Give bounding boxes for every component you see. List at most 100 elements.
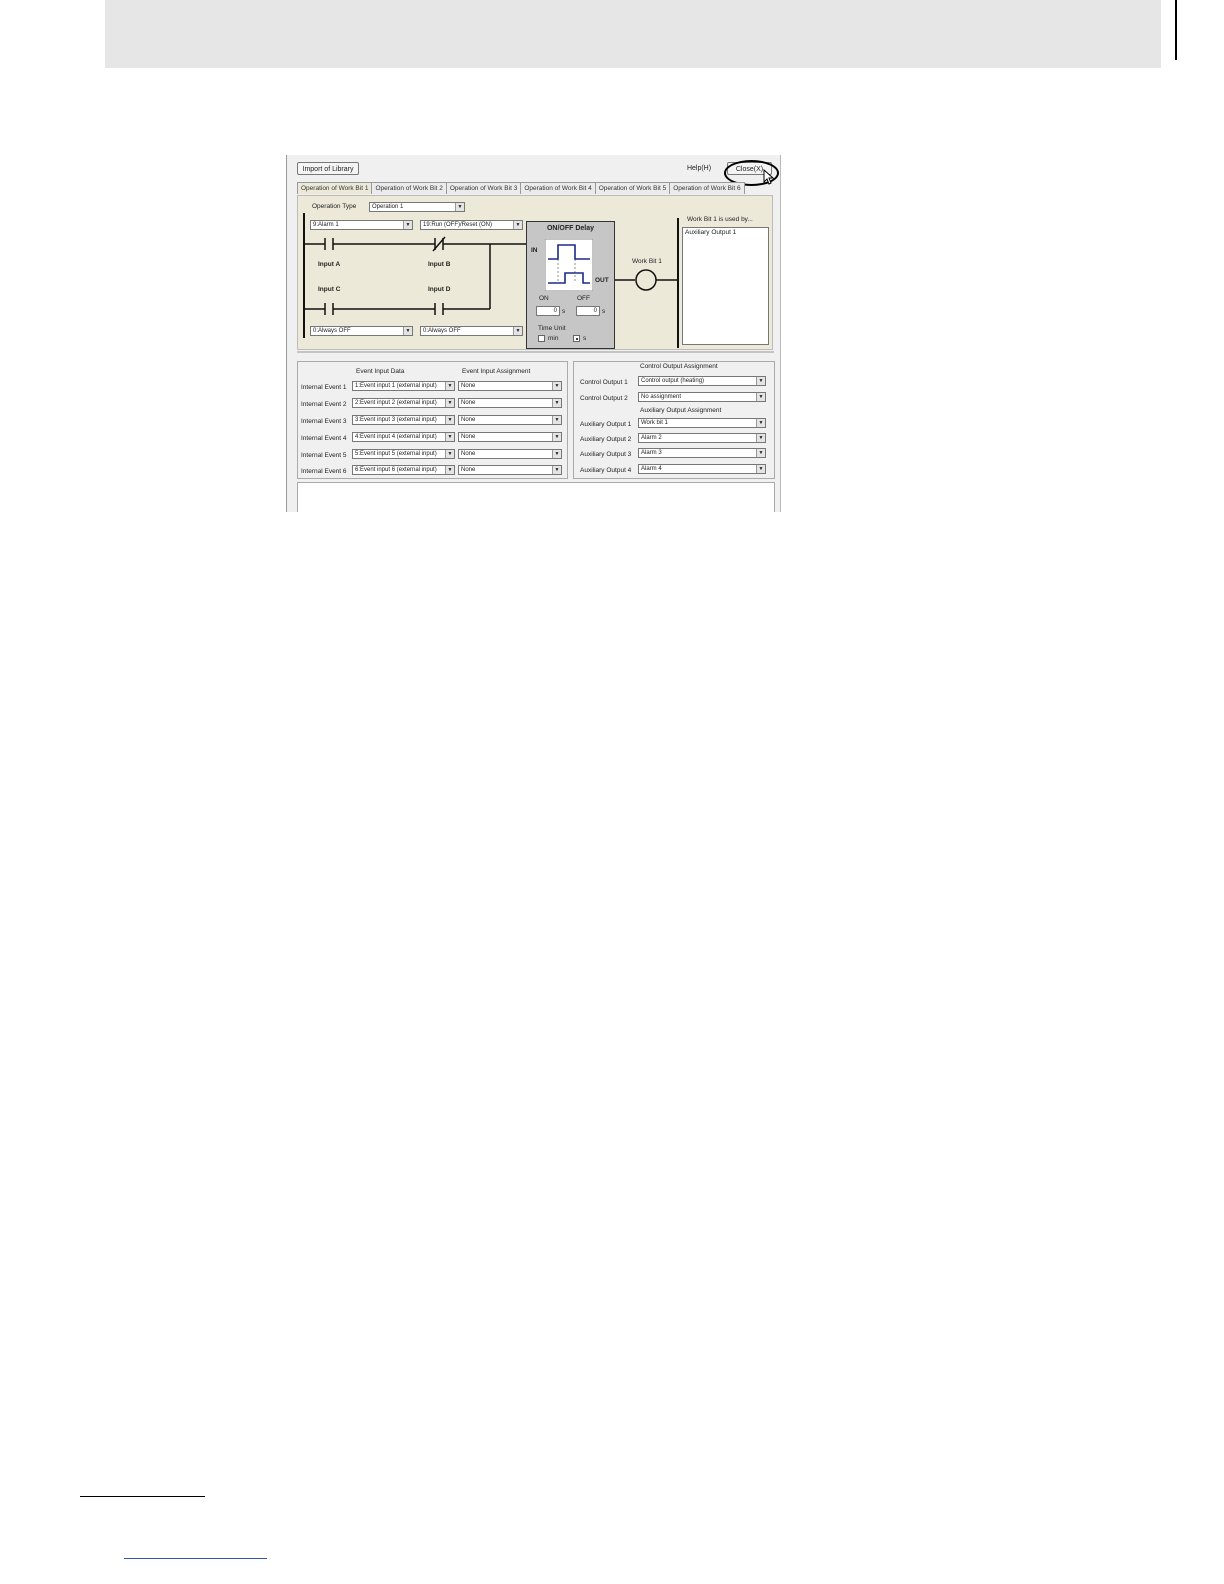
unit-min-label: min — [548, 335, 559, 342]
chevron-down-icon: ▼ — [756, 465, 765, 473]
used-by-list[interactable]: Auxiliary Output 1 — [682, 227, 769, 345]
work-bit-dialog: Import of Library Help(H) Close(X) Opera… — [286, 155, 781, 512]
control-output-value-2: No assignment — [641, 394, 682, 400]
event-assign-value-2: None — [461, 400, 476, 406]
event-data-select-3[interactable]: 3:Event input 3 (external input) ▼ — [352, 415, 455, 425]
chevron-down-icon: ▼ — [445, 399, 454, 407]
chevron-down-icon: ▼ — [403, 221, 412, 229]
work-bit-label: Work Bit 1 — [632, 258, 662, 265]
event-assign-select-3[interactable]: None ▼ — [458, 415, 562, 425]
event-assign-select-4[interactable]: None ▼ — [458, 432, 562, 442]
chevron-down-icon: ▼ — [403, 327, 412, 335]
event-data-select-4[interactable]: 4:Event input 4 (external input) ▼ — [352, 432, 455, 442]
footer-rule — [80, 1496, 205, 1497]
time-unit-label: Time Unit — [538, 325, 566, 332]
event-assign-value-5: None — [461, 451, 476, 457]
event-data-select-6[interactable]: 6:Event input 6 (external input) ▼ — [352, 465, 455, 475]
control-output-label-2: Control Output 2 — [580, 395, 628, 402]
description-area — [297, 482, 775, 512]
unit-s-radio[interactable] — [573, 335, 580, 342]
event-assign-header: Event Input Assignment — [462, 368, 531, 375]
aux-output-value-4: Alarm 4 — [641, 466, 662, 472]
event-row-label-6: Internal Event 6 — [301, 468, 347, 475]
margin-rule — [1175, 0, 1177, 60]
off-delay-input[interactable]: 0 — [576, 306, 600, 316]
event-row-label-2: Internal Event 2 — [301, 401, 347, 408]
control-output-header: Control Output Assignment — [640, 363, 718, 370]
event-assign-select-2[interactable]: None ▼ — [458, 398, 562, 408]
chevron-down-icon: ▼ — [756, 393, 765, 401]
event-data-select-1[interactable]: 1:Event input 1 (external input) ▼ — [352, 381, 455, 391]
event-assign-value-4: None — [461, 434, 476, 440]
event-assign-value-1: None — [461, 383, 476, 389]
footer-link-underline — [124, 1558, 267, 1559]
on-delay-input[interactable]: 0 — [536, 306, 560, 316]
chevron-down-icon: ▼ — [552, 382, 561, 390]
delay-off-label: OFF — [577, 295, 590, 302]
aux-output-value-2: Alarm 2 — [641, 435, 662, 441]
chevron-down-icon: ▼ — [756, 377, 765, 385]
control-output-value-1: Control output (heating) — [641, 378, 705, 384]
delay-out-label: OUT — [595, 277, 609, 284]
event-assign-value-3: None — [461, 417, 476, 423]
input-a-label: Input A — [318, 261, 341, 268]
delay-title: ON/OFF Delay — [546, 225, 595, 232]
event-data-value-3: 3:Event input 3 (external input) — [355, 417, 437, 423]
chevron-down-icon: ▼ — [445, 382, 454, 390]
input-b-label: Input B — [428, 261, 451, 268]
off-delay-unit: s — [602, 308, 606, 315]
event-assign-value-6: None — [461, 467, 476, 473]
used-by-label: Work Bit 1 is used by... — [687, 216, 753, 223]
event-data-value-5: 5:Event input 5 (external input) — [355, 451, 437, 457]
chevron-down-icon: ▼ — [756, 449, 765, 457]
event-row-label-3: Internal Event 3 — [301, 418, 347, 425]
input-b-select[interactable]: 19:Run (OFF)/Reset (ON) ▼ — [420, 220, 523, 230]
chevron-down-icon: ▼ — [513, 221, 522, 229]
aux-output-select-2[interactable]: Alarm 2 ▼ — [638, 433, 766, 443]
chevron-down-icon: ▼ — [552, 399, 561, 407]
input-c-select[interactable]: 0:Always OFF ▼ — [310, 326, 413, 336]
chevron-down-icon: ▼ — [552, 416, 561, 424]
control-output-select-1[interactable]: Control output (heating) ▼ — [638, 376, 766, 386]
event-data-header: Event Input Data — [356, 368, 405, 375]
unit-s-label: s — [583, 335, 587, 342]
aux-output-label-3: Auxiliary Output 3 — [580, 451, 632, 458]
input-c-value: 0:Always OFF — [313, 328, 351, 334]
aux-output-select-1[interactable]: Work bit 1 ▼ — [638, 418, 766, 428]
event-assign-select-6[interactable]: None ▼ — [458, 465, 562, 475]
chevron-down-icon: ▼ — [552, 450, 561, 458]
input-d-value: 0:Always OFF — [423, 328, 461, 334]
delay-on-label: ON — [539, 295, 549, 302]
chevron-down-icon: ▼ — [552, 433, 561, 441]
event-row-label-4: Internal Event 4 — [301, 435, 347, 442]
control-output-select-2[interactable]: No assignment ▼ — [638, 392, 766, 402]
chevron-down-icon: ▼ — [756, 419, 765, 427]
input-d-select[interactable]: 0:Always OFF ▼ — [420, 326, 523, 336]
chevron-down-icon: ▼ — [445, 466, 454, 474]
unit-min-radio[interactable] — [538, 335, 545, 342]
input-b-value: 19:Run (OFF)/Reset (ON) — [423, 222, 493, 228]
delay-in-label: IN — [531, 247, 538, 254]
event-data-value-6: 6:Event input 6 (external input) — [355, 467, 437, 473]
event-assign-select-1[interactable]: None ▼ — [458, 381, 562, 391]
aux-output-select-3[interactable]: Alarm 3 ▼ — [638, 448, 766, 458]
aux-output-header: Auxiliary Output Assignment — [640, 407, 722, 414]
event-data-value-2: 2:Event input 2 (external input) — [355, 400, 437, 406]
event-data-value-4: 4:Event input 4 (external input) — [355, 434, 437, 440]
used-by-item[interactable]: Auxiliary Output 1 — [685, 229, 766, 236]
chevron-down-icon: ▼ — [445, 433, 454, 441]
chevron-down-icon: ▼ — [513, 327, 522, 335]
event-data-select-2[interactable]: 2:Event input 2 (external input) ▼ — [352, 398, 455, 408]
aux-output-label-1: Auxiliary Output 1 — [580, 421, 632, 428]
chevron-down-icon: ▼ — [445, 450, 454, 458]
aux-output-select-4[interactable]: Alarm 4 ▼ — [638, 464, 766, 474]
event-assign-select-5[interactable]: None ▼ — [458, 449, 562, 459]
chevron-down-icon: ▼ — [552, 466, 561, 474]
event-data-select-5[interactable]: 5:Event input 5 (external input) ▼ — [352, 449, 455, 459]
aux-output-value-1: Work bit 1 — [641, 420, 668, 426]
event-row-label-1: Internal Event 1 — [301, 384, 347, 391]
timing-chart-icon — [545, 239, 593, 291]
page-header-band — [105, 0, 1161, 68]
input-a-select[interactable]: 9:Alarm 1 ▼ — [310, 220, 413, 230]
control-output-label-1: Control Output 1 — [580, 379, 628, 386]
